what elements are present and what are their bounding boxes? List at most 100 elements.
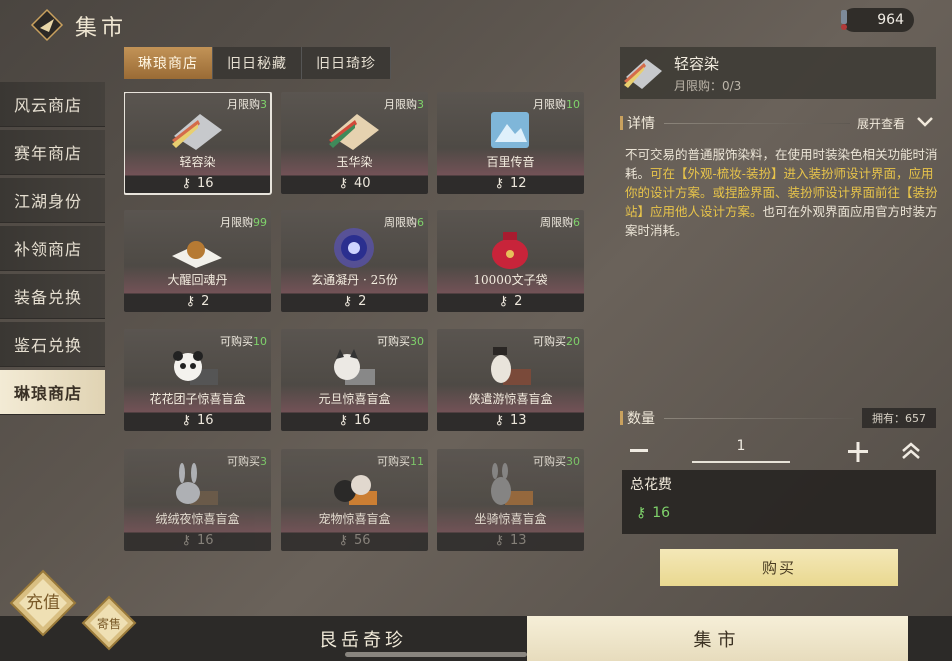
- item-limit: 可购买11: [377, 455, 424, 468]
- orb-icon: [334, 228, 374, 268]
- item-name: 坐骑惊喜盲盒: [474, 512, 547, 526]
- item-name: 大醒回魂丹: [167, 273, 228, 287]
- item-limit: 周限购6: [384, 216, 424, 229]
- quantity-underline: [692, 461, 790, 463]
- fabric-icon: [172, 114, 222, 150]
- item-card[interactable]: 周限购6 玄通凝丹 · 25份 ⚷ 2: [281, 210, 428, 312]
- item-limit: 周限购6: [540, 216, 580, 229]
- item-limit: 可购买30: [377, 335, 424, 348]
- tab-jiuri-micang[interactable]: 旧日秘藏: [213, 47, 302, 79]
- total-cost-box: 总花费 ⚷ 16: [622, 470, 936, 534]
- quantity-label: 数量: [627, 411, 655, 427]
- item-card[interactable]: 周限购6 10000文子袋 ⚷ 2: [437, 210, 584, 312]
- item-limit: 月限购3: [384, 98, 424, 111]
- consign-button[interactable]: 寄售: [80, 594, 138, 652]
- minus-icon[interactable]: [628, 440, 650, 462]
- fabric-icon: [329, 114, 379, 150]
- item-card[interactable]: 可购买30 元旦惊喜盲盒 ⚷ 16: [281, 329, 428, 431]
- item-price: ⚷ 16: [181, 532, 214, 548]
- currency-icon: ⚷: [494, 175, 504, 191]
- nav-item-jianshi[interactable]: 鉴石兑换: [0, 322, 105, 367]
- item-limit: 可购买3: [227, 455, 267, 468]
- item-card[interactable]: 月限购3 轻容染 ⚷ 16: [124, 92, 272, 195]
- currency-display: 964: [841, 8, 914, 32]
- item-limit: 月限购99: [220, 216, 267, 229]
- market-logo-icon: [30, 8, 64, 42]
- detail-header: 轻容染 月限购：0/3: [620, 47, 936, 99]
- cat-box-icon: [334, 349, 375, 385]
- currency-icon: ⚷: [494, 532, 504, 548]
- item-name: 绒绒夜惊喜盲盒: [155, 512, 240, 526]
- currency-icon: ⚷: [181, 412, 191, 428]
- item-limit: 可购买30: [533, 455, 580, 468]
- currency-icon: ⚷: [494, 412, 504, 428]
- item-description: 不可交易的普通服饰染料，在使用时装染色相关功能时消耗。可在【外观-梳妆-装扮】进…: [625, 145, 939, 240]
- consign-label: 寄售: [97, 616, 121, 631]
- item-card[interactable]: 可购买30 坐骑惊喜盲盒 ⚷ 13: [437, 449, 584, 551]
- total-cost-label: 总花费: [630, 477, 672, 493]
- nav-item-jianghu[interactable]: 江湖身份: [0, 178, 105, 223]
- item-price: ⚷ 16: [181, 412, 214, 428]
- section-divider: [664, 418, 854, 419]
- item-card[interactable]: 可购买10 花花团子惊喜盲盒 ⚷ 16: [124, 329, 271, 431]
- pet-box-icon: [334, 475, 377, 505]
- currency-icon: ⚷: [338, 175, 348, 191]
- item-limit: 月限购3: [227, 98, 267, 111]
- item-price: ⚷ 16: [338, 412, 371, 428]
- nav-item-equip[interactable]: 装备兑换: [0, 274, 105, 319]
- section-marker: [620, 116, 623, 130]
- currency-icon: ⚷: [498, 293, 509, 309]
- scroll-indicator: [345, 652, 527, 657]
- currency-icon: ⚷: [342, 293, 353, 309]
- item-price: ⚷ 12: [494, 175, 527, 191]
- detail-item-name: 轻容染: [674, 55, 720, 73]
- currency-icon: ⚷: [338, 412, 348, 428]
- item-card[interactable]: 月限购99 大醒回魂丹 ⚷ 2: [124, 210, 271, 312]
- recharge-label: 充值: [26, 593, 60, 613]
- expand-link[interactable]: 展开查看: [857, 115, 905, 132]
- currency-icon: ⚷: [181, 532, 191, 548]
- section-marker: [620, 411, 623, 425]
- item-price: ⚷ 13: [494, 412, 527, 428]
- page-title: 集市: [75, 16, 128, 41]
- item-card[interactable]: 可购买11 宠物惊喜盲盒 ⚷ 56: [281, 449, 428, 551]
- item-card[interactable]: 可购买20 侠遣游惊喜盲盒 ⚷ 13: [437, 329, 584, 431]
- item-card[interactable]: 可购买3 绒绒夜惊喜盲盒 ⚷ 16: [124, 449, 271, 551]
- currency-icon: [841, 10, 847, 30]
- item-name: 花花团子惊喜盲盒: [149, 392, 246, 406]
- tab-jiuri-qizhen[interactable]: 旧日琦珍: [302, 47, 391, 79]
- pill-icon: [172, 241, 222, 268]
- item-card[interactable]: 月限购3 玉华染 ⚷ 40: [281, 92, 428, 194]
- buy-button[interactable]: 购买: [660, 549, 898, 586]
- pouch-icon: [492, 232, 528, 269]
- currency-icon: ⚷: [338, 532, 348, 548]
- max-quantity-icon[interactable]: [900, 440, 922, 462]
- item-price: ⚷ 56: [338, 532, 371, 548]
- rabbit-box-icon: [176, 463, 218, 505]
- tab-linlang[interactable]: 琳琅商店: [124, 47, 213, 79]
- total-cost-value: ⚷ 16: [636, 505, 671, 521]
- item-limit: 可购买20: [533, 335, 580, 348]
- item-name: 玉华染: [336, 155, 373, 169]
- item-card[interactable]: 月限购10 百里传音 ⚷ 12: [437, 92, 584, 194]
- nav-item-sainian[interactable]: 赛年商店: [0, 130, 105, 175]
- item-name: 元旦惊喜盲盒: [318, 392, 391, 406]
- nav-item-linlang[interactable]: 琳琅商店: [0, 370, 105, 415]
- nav-item-fengyun[interactable]: 风云商店: [0, 82, 105, 127]
- section-divider: [664, 123, 850, 124]
- recharge-button[interactable]: 充值: [8, 568, 78, 638]
- item-limit: 可购买10: [220, 335, 267, 348]
- shop-tabs: 琳琅商店 旧日秘藏 旧日琦珍: [124, 47, 391, 79]
- tab-market[interactable]: 集市: [527, 616, 908, 661]
- currency-value: 964: [877, 12, 904, 28]
- scroll-icon: [491, 112, 529, 148]
- item-grid: 月限购3 轻容染 ⚷ 16 月限购3 玉华染 ⚷ 40 月限购10 百里传音 ⚷ 12…: [124, 92, 586, 552]
- chevron-down-icon[interactable]: [916, 116, 934, 128]
- item-name: 轻容染: [179, 155, 216, 169]
- nav-item-buling[interactable]: 补领商店: [0, 226, 105, 271]
- item-name: 玄通凝丹 · 25份: [311, 273, 398, 287]
- plus-icon[interactable]: [846, 440, 870, 464]
- quantity-input[interactable]: 1: [692, 438, 790, 454]
- item-name: 百里传音: [486, 155, 535, 169]
- currency-icon: ⚷: [181, 175, 191, 191]
